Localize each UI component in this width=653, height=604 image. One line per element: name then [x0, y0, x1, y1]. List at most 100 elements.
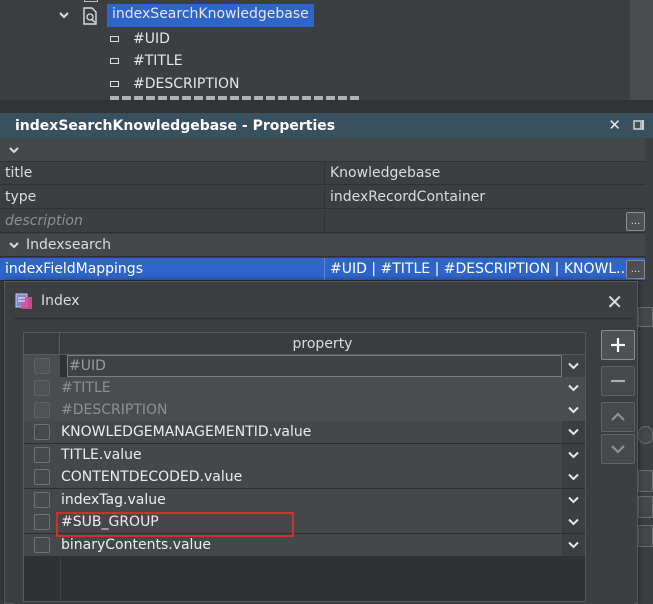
field-icon [110, 36, 119, 42]
row-dropdown-arrow[interactable] [562, 466, 585, 488]
chevron-down-icon[interactable] [8, 239, 20, 251]
tree-field-title[interactable]: #TITLE [110, 50, 183, 72]
chevron-down-icon [568, 406, 579, 414]
move-down-button[interactable] [601, 434, 635, 464]
row-checkbox[interactable] [34, 402, 50, 418]
tree-scrollbar[interactable] [630, 0, 653, 100]
hidden-control-fragment [638, 426, 653, 444]
row-checkbox-cell [24, 377, 60, 399]
panel-divider[interactable] [0, 100, 653, 113]
tree-node-indexsearchknowledgebase[interactable]: indexSearchKnowledgebase [0, 4, 400, 27]
row-checkbox[interactable] [34, 358, 50, 374]
properties-title: indexSearchKnowledgebase - Properties [15, 117, 336, 134]
row-checkbox-cell [24, 534, 60, 556]
table-row[interactable]: CONTENTDECODED.value [24, 466, 585, 489]
hidden-control-fragment [638, 496, 653, 518]
row-dropdown-arrow[interactable] [562, 489, 585, 511]
column-header-property[interactable]: property [60, 333, 585, 355]
property-key: indexFieldMappings [0, 258, 325, 280]
row-dropdown-arrow[interactable] [562, 421, 585, 443]
row-checkbox[interactable] [34, 537, 50, 553]
minus-icon [611, 379, 625, 383]
row-checkbox[interactable] [34, 492, 50, 508]
pin-icon[interactable] [633, 119, 645, 131]
chevron-up-icon [611, 412, 625, 421]
row-property[interactable]: #SUB_GROUP [60, 511, 562, 533]
chevron-down-icon [568, 473, 579, 481]
app-icon [15, 293, 32, 309]
chevron-down-icon [568, 384, 579, 392]
chevron-down-icon[interactable] [58, 9, 70, 21]
row-property-combo[interactable]: #UID [67, 355, 562, 377]
row-property[interactable]: CONTENTDECODED.value [60, 466, 562, 488]
table-row[interactable]: #DESCRIPTION [24, 399, 585, 421]
table-row[interactable]: #TITLE [24, 377, 585, 399]
close-icon[interactable]: ✕ [606, 290, 623, 314]
property-key: type [0, 186, 325, 208]
chevron-down-icon [568, 518, 579, 526]
edit-description-button[interactable]: ... [626, 212, 645, 231]
table-row[interactable]: #UID [24, 355, 585, 377]
property-value[interactable]: Knowledgebase [325, 162, 645, 184]
property-row-indexfieldmappings[interactable]: indexFieldMappings #UID | #TITLE | #DESC… [0, 258, 645, 281]
close-icon[interactable]: ✕ [608, 116, 621, 134]
row-checkbox-cell [24, 421, 60, 443]
row-checkbox[interactable] [34, 447, 50, 463]
row-checkbox-cell [24, 399, 60, 421]
property-value[interactable]: indexRecordContainer [325, 186, 645, 208]
table-row[interactable]: #SUB_GROUP [24, 511, 585, 534]
group-indexsearch[interactable]: Indexsearch [0, 234, 645, 257]
table-row[interactable]: TITLE.value [24, 444, 585, 466]
table-header: property [24, 333, 585, 355]
add-row-button[interactable] [601, 330, 635, 360]
index-table: property #UID #TITLE #DESCRIPTION KNOWLE… [23, 332, 586, 602]
properties-collapse-row[interactable] [0, 138, 645, 162]
group-label: Indexsearch [26, 237, 112, 253]
table-row[interactable]: indexTag.value [24, 489, 585, 511]
property-row-type[interactable]: type indexRecordContainer [0, 186, 645, 209]
document-search-icon [83, 7, 97, 25]
property-key: title [0, 162, 325, 184]
tree-field-label: #UID [133, 31, 170, 47]
property-value[interactable] [325, 210, 645, 232]
tree-node-label[interactable]: indexSearchKnowledgebase [107, 4, 314, 27]
property-key: description [0, 210, 325, 232]
row-dropdown-arrow[interactable] [562, 534, 585, 556]
row-dropdown-arrow[interactable] [562, 511, 585, 533]
properties-header: indexSearchKnowledgebase - Properties ✕ [0, 113, 653, 138]
move-up-button[interactable] [601, 402, 635, 432]
row-property[interactable]: #TITLE [60, 377, 562, 399]
row-property[interactable]: binaryContents.value [60, 534, 562, 556]
table-row[interactable]: binaryContents.value [24, 534, 585, 556]
chevron-down-icon[interactable] [8, 144, 20, 156]
row-checkbox[interactable] [34, 514, 50, 530]
row-dropdown-arrow[interactable] [562, 355, 585, 377]
tree-field-description[interactable]: #DESCRIPTION [110, 73, 240, 95]
dialog-body: property #UID #TITLE #DESCRIPTION KNOWLE… [14, 318, 635, 604]
header-checkbox-cell [24, 333, 60, 355]
field-icon [110, 81, 119, 87]
dialog-titlebar[interactable]: Index ✕ [5, 282, 637, 320]
hidden-control-fragment [638, 525, 653, 547]
property-value[interactable]: #UID | #TITLE | #DESCRIPTION | KNOWL... [325, 258, 645, 280]
property-row-description[interactable]: description ... [0, 210, 645, 233]
row-property[interactable]: KNOWLEDGEMANAGEMENTID.value [60, 421, 562, 443]
row-checkbox[interactable] [34, 424, 50, 440]
chevron-down-icon [568, 362, 579, 370]
row-dropdown-arrow[interactable] [562, 444, 585, 466]
chevron-down-icon [568, 541, 579, 549]
property-row-title[interactable]: title Knowledgebase [0, 162, 645, 185]
row-dropdown-arrow[interactable] [562, 399, 585, 421]
row-property[interactable]: #DESCRIPTION [60, 399, 562, 421]
row-property[interactable]: TITLE.value [60, 444, 562, 466]
row-property[interactable]: indexTag.value [60, 489, 562, 511]
row-checkbox[interactable] [34, 380, 50, 396]
table-row[interactable]: KNOWLEDGEMANAGEMENTID.value [24, 421, 585, 444]
tree-field-uid[interactable]: #UID [110, 28, 170, 50]
remove-row-button[interactable] [601, 366, 635, 396]
edit-mappings-button[interactable]: ... [626, 260, 645, 279]
row-checkbox[interactable] [34, 469, 50, 485]
chevron-down-icon [568, 496, 579, 504]
row-dropdown-arrow[interactable] [562, 377, 585, 399]
plus-icon [611, 338, 625, 352]
